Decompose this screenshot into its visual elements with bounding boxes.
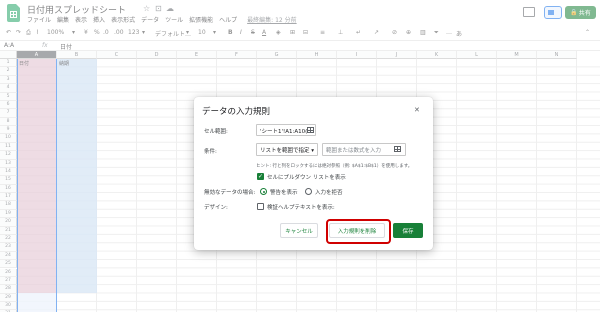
- show-dropdown-label: セルにプルダウン リストを表示: [267, 175, 346, 181]
- remove-button-highlight: [326, 219, 391, 244]
- reject-radio[interactable]: [305, 188, 312, 195]
- help-text-checkbox[interactable]: [257, 203, 264, 210]
- save-button[interactable]: 保存: [393, 223, 423, 238]
- criteria-label: 条件:: [204, 149, 217, 155]
- warn-option-label: 警告を表示: [270, 190, 298, 196]
- hint-text: ヒント: 行と列をロックするには絶対参照（例: $A$1:$B$1）を使用します…: [256, 164, 413, 169]
- cancel-button[interactable]: キャンセル: [280, 223, 318, 238]
- warn-radio[interactable]: [260, 188, 267, 195]
- range-input-placeholder: 範囲または数式を入力: [326, 148, 382, 154]
- invalid-data-label: 無効なデータの場合:: [204, 190, 256, 196]
- chevron-down-icon: ▾: [311, 148, 315, 154]
- close-icon[interactable]: ✕: [414, 106, 420, 114]
- cell-range-value: 'シート1'!A1:A10(: [260, 129, 308, 135]
- cell-range-label: セル範囲:: [204, 129, 228, 135]
- appearance-label: デザイン:: [204, 205, 228, 211]
- criteria-select[interactable]: リストを範囲で指定 ▾: [256, 143, 318, 156]
- criteria-select-value: リストを範囲で指定: [260, 148, 310, 154]
- reject-option-label: 入力を拒否: [315, 190, 343, 196]
- data-validation-dialog: データの入力規則 ✕ セル範囲: 'シート1'!A1:A10( 条件: リストを…: [194, 97, 433, 250]
- dialog-title: データの入力規則: [202, 107, 271, 117]
- select-range-icon[interactable]: [394, 146, 401, 152]
- select-range-icon[interactable]: [307, 127, 314, 133]
- show-dropdown-checkbox[interactable]: ✓: [257, 173, 264, 180]
- help-text-label: 検証ヘルプテキストを表示:: [267, 205, 335, 211]
